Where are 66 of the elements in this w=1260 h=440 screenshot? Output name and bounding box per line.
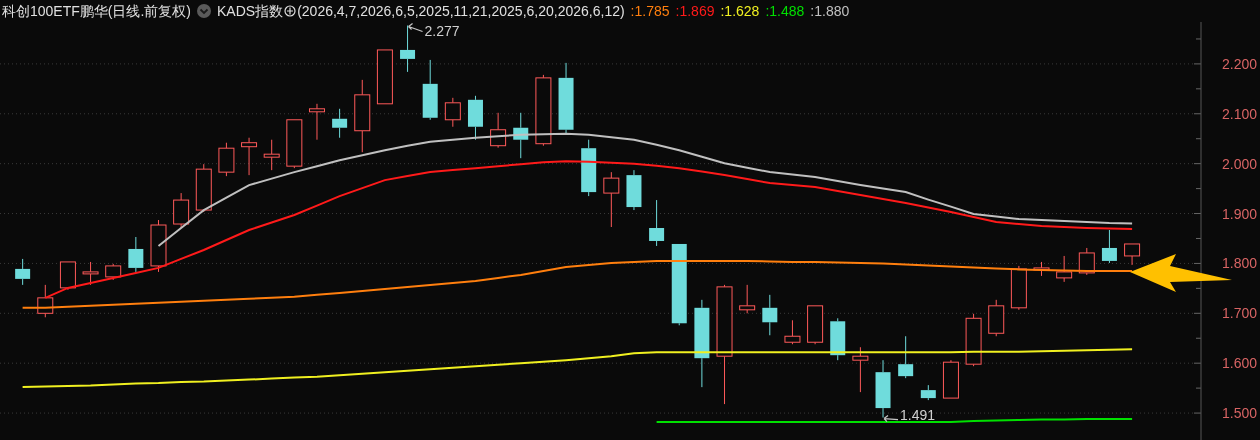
candlestick (218, 142, 235, 177)
candlestick (422, 59, 438, 121)
price-axis-label: 2.200 (1221, 55, 1257, 72)
candlestick (263, 139, 280, 171)
candlestick (82, 261, 99, 286)
price-axis-label: 2.000 (1221, 155, 1257, 172)
candlestick (309, 103, 325, 141)
candlestick (1124, 243, 1141, 266)
candlestick (942, 359, 959, 399)
price-label: 1.491 (900, 406, 936, 423)
candlestick (784, 319, 801, 345)
candlestick (490, 112, 507, 149)
candlestick (286, 119, 303, 169)
indicator-value: :1.488 (765, 2, 805, 21)
candlestick (467, 95, 483, 141)
candlestick (105, 263, 122, 281)
candlestick (1033, 261, 1050, 277)
candlestick (513, 112, 529, 159)
callout-arrow-icon (407, 22, 424, 33)
candlestick (649, 199, 665, 247)
candlestick (1010, 265, 1027, 311)
candlestick (444, 97, 461, 128)
price-label: 2.277 (424, 23, 460, 40)
candlestick (400, 25, 416, 73)
candlestick (898, 335, 914, 379)
candlestick (626, 169, 642, 211)
price-axis-label: 1.500 (1221, 405, 1257, 422)
indicator-value: :1.628 (720, 2, 760, 21)
indicator-name[interactable]: KADS指数 (217, 0, 284, 22)
candlestick (15, 258, 31, 286)
candlestick (762, 294, 778, 336)
candlestick (603, 171, 620, 228)
chart-title: 科创100ETF鹏华(日线.前复权) (2, 2, 191, 21)
candlestick (128, 236, 144, 273)
indicator-parameters: (2026,4,7,2026,6,5,2025,11,21,2025,6,20,2026,6,12) (297, 2, 625, 21)
candlestick (1078, 247, 1095, 276)
candlestick (376, 49, 393, 105)
price-axis-label: 1.700 (1221, 305, 1257, 322)
candlestick (807, 305, 824, 345)
callout-arrow-icon (883, 414, 899, 423)
indicator-value: :1.785 (630, 2, 670, 21)
candlestick (739, 284, 756, 314)
price-axis-label: 2.100 (1221, 105, 1257, 122)
candlestick (173, 192, 190, 229)
price-axis-label: 1.800 (1221, 255, 1257, 272)
candlestick (1056, 255, 1073, 283)
candlestick (852, 346, 869, 393)
candlestick (581, 139, 597, 197)
price-axis-label: 1.600 (1221, 355, 1257, 372)
candlestick (241, 137, 258, 176)
candlestick (875, 359, 891, 419)
price-axis-label: 1.900 (1221, 205, 1257, 222)
candlestick (988, 299, 1005, 337)
candlestick (965, 313, 982, 367)
candlestick (1101, 229, 1117, 264)
candlestick (332, 108, 348, 139)
indicator-value: :1.880 (810, 2, 850, 21)
candlestick (920, 384, 936, 401)
candlestick (195, 163, 212, 213)
dropdown-icon[interactable] (197, 4, 211, 18)
candlestick (37, 284, 54, 318)
circle-icon[interactable] (284, 5, 297, 17)
indicator-value: :1.869 (675, 2, 715, 21)
candlestick (830, 317, 846, 361)
candlestick (59, 261, 76, 291)
candlestick (150, 219, 167, 273)
